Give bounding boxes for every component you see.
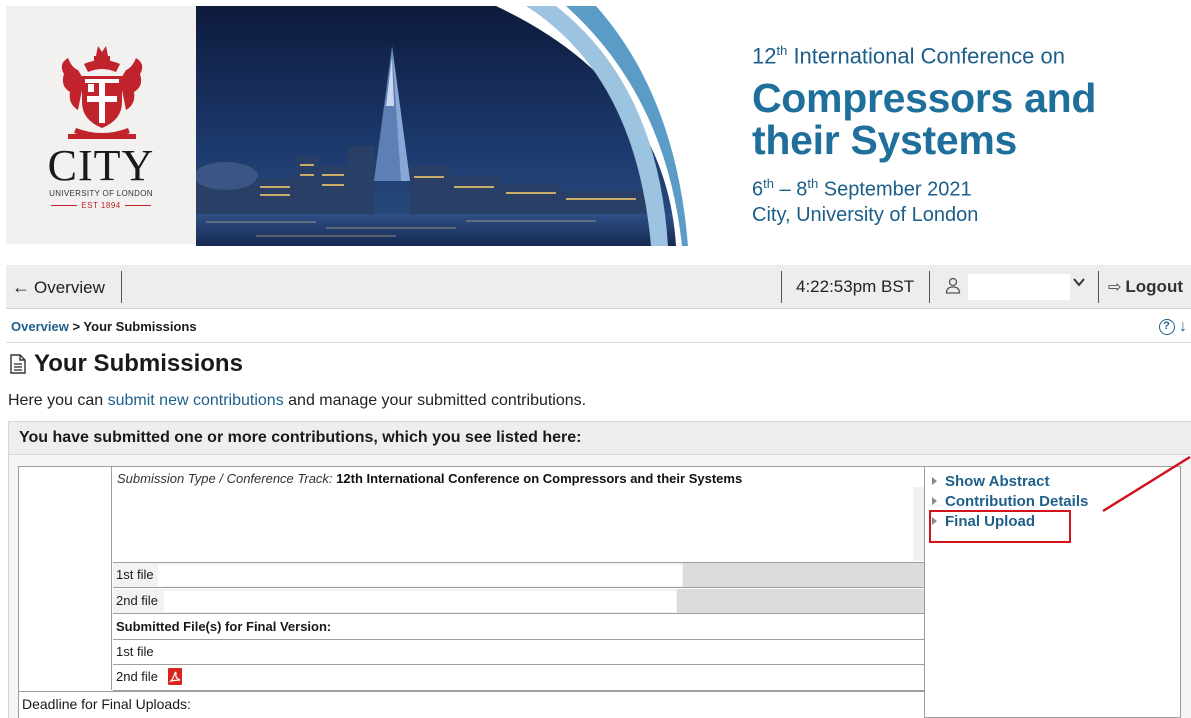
divider	[929, 271, 930, 303]
edition-suffix: th	[776, 43, 788, 58]
submission-type-cell: Submission Type / Conference Track: 12th…	[113, 467, 924, 563]
submissions-panel-heading: You have submitted one or more contribut…	[8, 421, 1191, 455]
column-divider	[924, 466, 925, 718]
back-label: Overview	[34, 278, 105, 297]
top-navbar: ← Overview 4:22:53pm BST ⇨ Logout	[6, 265, 1191, 309]
date-start: 6	[752, 178, 764, 201]
file-row-tail	[683, 563, 924, 587]
conference-title: Compressors and their Systems	[752, 77, 1096, 161]
document-icon	[10, 354, 26, 374]
logout-button[interactable]: ⇨ Logout	[1108, 265, 1183, 309]
established-year: EST 1894	[6, 201, 196, 210]
action-label: Contribution Details	[945, 493, 1089, 510]
intro-text: Here you can submit new contributions an…	[8, 392, 586, 410]
arrow-left-icon: ←	[12, 277, 30, 297]
breadcrumb-separator: >	[68, 319, 84, 334]
chevron-down-icon	[1072, 275, 1086, 292]
breadcrumb-overview-link[interactable]: Overview	[11, 319, 69, 334]
show-abstract-link[interactable]: Show Abstract	[932, 472, 1088, 492]
logout-icon: ⇨	[1108, 279, 1122, 296]
date-end-suffix: th	[807, 176, 819, 192]
action-label: Show Abstract	[945, 473, 1050, 490]
file-row-label: 2nd file	[116, 593, 158, 608]
back-to-overview-button[interactable]: ← Overview	[12, 265, 105, 309]
caret-right-icon	[932, 497, 937, 505]
file-name-field	[164, 591, 676, 612]
conference-banner: CITY UNIVERSITY OF LONDON EST 1894 12th …	[0, 0, 1191, 258]
city-wordmark: CITY	[47, 141, 155, 190]
conference-edition: 12th International Conference on	[752, 38, 1096, 69]
caret-right-icon	[932, 477, 937, 485]
breadcrumb-current: Your Submissions	[83, 319, 197, 334]
final-version-header: Submitted File(s) for Final Version:	[113, 615, 924, 640]
deadline-row: Deadline for Final Uploads:	[19, 691, 924, 718]
annotation-arrow	[1102, 455, 1191, 513]
conference-title-line1: Compressors and	[752, 75, 1097, 122]
conference-venue: City, University of London	[752, 203, 979, 226]
user-icon	[945, 277, 961, 294]
conference-title-line2: their Systems	[752, 117, 1018, 164]
edition-text: International Conference on	[787, 43, 1065, 69]
edition-number: 12	[752, 43, 777, 69]
breadcrumb-tools: ? ↓	[1158, 313, 1187, 341]
file-row-tail	[677, 589, 924, 613]
submission-id-cell	[18, 466, 112, 690]
conference-info: 12th International Conference on Compres…	[752, 38, 1096, 228]
annotation-highlight-box	[929, 510, 1071, 543]
city-crest-icon	[61, 46, 143, 139]
submission-type-value: 12th International Conference on Compres…	[336, 471, 743, 486]
final-file-row: 1st file	[113, 640, 924, 665]
arrow-down-icon[interactable]: ↓	[1175, 318, 1187, 335]
contribution-details-link[interactable]: Contribution Details	[932, 492, 1088, 512]
date-start-suffix: th	[763, 176, 774, 192]
london-skyline-image	[196, 6, 696, 246]
intro-before: Here you can	[8, 392, 108, 409]
breadcrumb: Overview > Your Submissions ? ↓	[6, 313, 1191, 343]
cell-scroll-area	[913, 487, 924, 561]
logout-label: Logout	[1125, 277, 1183, 296]
final-file-label: 1st file	[116, 644, 154, 659]
divider	[121, 271, 122, 303]
user-menu-dropdown[interactable]	[940, 272, 1096, 302]
help-icon[interactable]: ?	[1158, 318, 1175, 335]
page-title-text: Your Submissions	[34, 350, 243, 377]
date-month-year: September 2021	[818, 178, 972, 201]
divider	[1098, 271, 1099, 303]
conference-dates: 6th – 8th September 2021	[752, 171, 1096, 203]
file-name-field	[158, 565, 682, 586]
file-row: 2nd file	[113, 589, 924, 614]
pdf-file-icon[interactable]	[168, 668, 182, 685]
submission-type-label: Submission Type / Conference Track:	[117, 471, 333, 486]
city-logo: CITY UNIVERSITY OF LONDON EST 1894	[6, 6, 196, 244]
submit-new-contributions-link[interactable]: submit new contributions	[108, 392, 284, 409]
date-end: – 8	[773, 178, 808, 201]
page-title: Your Submissions	[10, 349, 243, 379]
user-name-field[interactable]	[968, 274, 1070, 300]
file-row-label: 1st file	[116, 567, 154, 582]
file-row: 1st file	[113, 563, 924, 588]
final-file-label: 2nd file	[116, 669, 158, 684]
university-subtitle: UNIVERSITY OF LONDON	[49, 189, 153, 198]
divider	[781, 271, 782, 303]
intro-after: and manage your submitted contributions.	[283, 392, 587, 409]
clock: 4:22:53pm BST	[796, 277, 915, 296]
final-file-row: 2nd file	[113, 665, 924, 691]
